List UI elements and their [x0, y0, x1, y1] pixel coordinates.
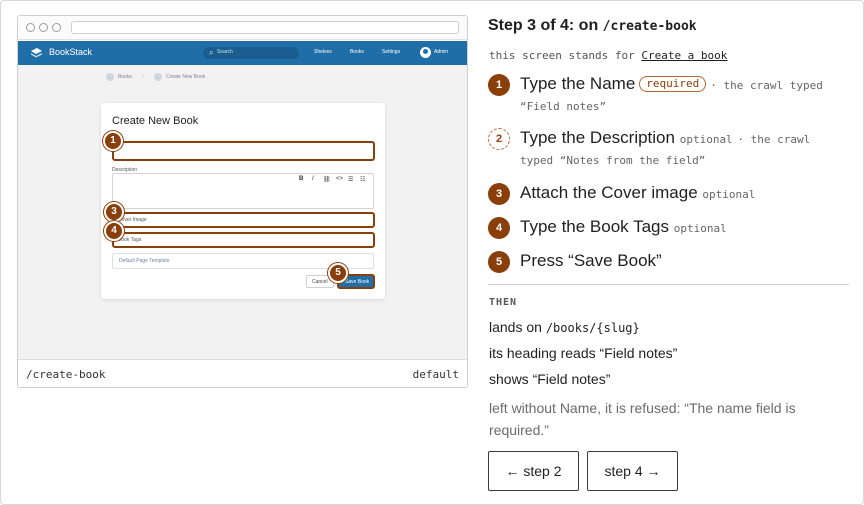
app-header: BookStack ⌕ Search Shelves Books Setting…: [18, 41, 467, 65]
action-label-text: Type the Book Tags: [520, 217, 670, 236]
action-note: · the crawl: [737, 133, 811, 146]
bold-icon: B: [299, 176, 304, 182]
bullet-list-icon: ☰: [348, 177, 354, 183]
prev-step-button[interactable]: ← step 2: [488, 451, 579, 491]
window-dot-icon: [39, 23, 48, 32]
breadcrumb-books: Books: [118, 74, 132, 80]
numbered-list-icon: ☷: [360, 177, 366, 183]
step-heading-text: Step 3 of 4: on: [488, 17, 603, 34]
next-step-button[interactable]: step 4 →: [587, 451, 678, 491]
step-heading: Step 3 of 4: on /create-book: [488, 17, 697, 35]
nav-books: Books: [350, 49, 364, 55]
window-dot-icon: [52, 23, 61, 32]
book-tags-highlight: [112, 232, 375, 248]
url-bar: [71, 21, 459, 34]
cover-image-highlight: [112, 212, 375, 228]
step-marker-1: 1: [103, 131, 123, 151]
description-editor: [112, 173, 374, 209]
preview-footer: /create-book default: [18, 359, 467, 387]
then-heading-reads: its heading reads “Field notes”: [489, 345, 678, 361]
action-label: Attach the Cover image optional: [520, 183, 755, 203]
then-refused: left without Name, it is refused: “The n…: [489, 400, 796, 438]
app-search: ⌕ Search: [203, 47, 299, 59]
code-icon: <>: [336, 176, 344, 182]
action-label: Type the Description optional · the craw…: [520, 128, 810, 148]
stands-for: this screen stands for Create a book: [489, 49, 727, 62]
then-shows: shows “Field notes”: [489, 371, 611, 387]
required-badge: required: [639, 76, 707, 92]
stands-for-text: this screen stands for: [489, 49, 642, 62]
action-number: 4: [488, 217, 510, 239]
action-label-text: Type the Name: [520, 74, 636, 93]
cover-image-label: Cover Image: [118, 217, 147, 223]
action-number: 3: [488, 183, 510, 205]
step-marker-5: 5: [328, 263, 348, 283]
divider: [488, 284, 849, 285]
then-label: THEN: [489, 297, 518, 308]
italic-icon: I: [312, 176, 314, 182]
avatar: [420, 47, 431, 58]
then-lands-on: lands on /books/{slug}: [489, 319, 640, 335]
chevron-right-icon: ›: [142, 74, 144, 80]
action-label: Type the Name required · the crawl typed: [520, 74, 823, 94]
book-tags-label: Book Tags: [118, 237, 142, 243]
optional-tag: optional: [673, 222, 727, 235]
app-search-placeholder: Search: [217, 49, 233, 55]
action-number: 1: [488, 74, 510, 96]
action-label: Press “Save Book”: [520, 251, 662, 270]
browser-preview: BookStack ⌕ Search Shelves Books Setting…: [17, 15, 468, 388]
default-template-label: Default Page Template: [119, 258, 170, 264]
step-card: BookStack ⌕ Search Shelves Books Setting…: [0, 0, 864, 505]
action-note-value: “Field notes”: [520, 100, 607, 113]
screen-variant: default: [412, 368, 459, 381]
window-dot-icon: [26, 23, 35, 32]
breadcrumb-current: Create New Book: [166, 74, 206, 80]
book-icon: [106, 73, 114, 81]
step-marker-4: 4: [104, 221, 124, 241]
action-note-value: typed “Notes from the field”: [520, 154, 706, 167]
screen-path: /create-book: [26, 368, 106, 381]
add-icon: [154, 73, 162, 81]
action-label-text: Attach the Cover image: [520, 183, 698, 202]
action-label-text: Type the Description: [520, 128, 675, 147]
stands-for-link[interactable]: Create a book: [641, 49, 727, 62]
action-label: Type the Book Tags optional: [520, 217, 727, 237]
screen-viewport: BookStack ⌕ Search Shelves Books Setting…: [18, 41, 467, 359]
user-name: Admin: [434, 49, 449, 55]
browser-chrome: [18, 16, 467, 40]
step-marker-3: 3: [104, 202, 124, 222]
form-title: Create New Book: [112, 115, 199, 127]
optional-tag: optional: [679, 133, 733, 146]
app-name: BookStack: [49, 47, 93, 57]
then-lands-path: /books/{slug}: [545, 321, 640, 335]
bookstack-logo-icon: [31, 48, 42, 58]
nav-settings: Settings: [382, 49, 401, 55]
step-heading-path: /create-book: [602, 19, 697, 34]
link-icon: ⛓: [323, 177, 331, 183]
search-icon: ⌕: [209, 48, 214, 57]
then-lands-text: lands on: [489, 319, 546, 335]
action-number: 2: [488, 128, 510, 150]
action-number: 5: [488, 251, 510, 273]
optional-tag: optional: [702, 188, 756, 201]
action-note: · the crawl typed: [710, 79, 823, 92]
nav-shelves: Shelves: [314, 49, 332, 55]
name-input-highlight: [112, 141, 375, 161]
